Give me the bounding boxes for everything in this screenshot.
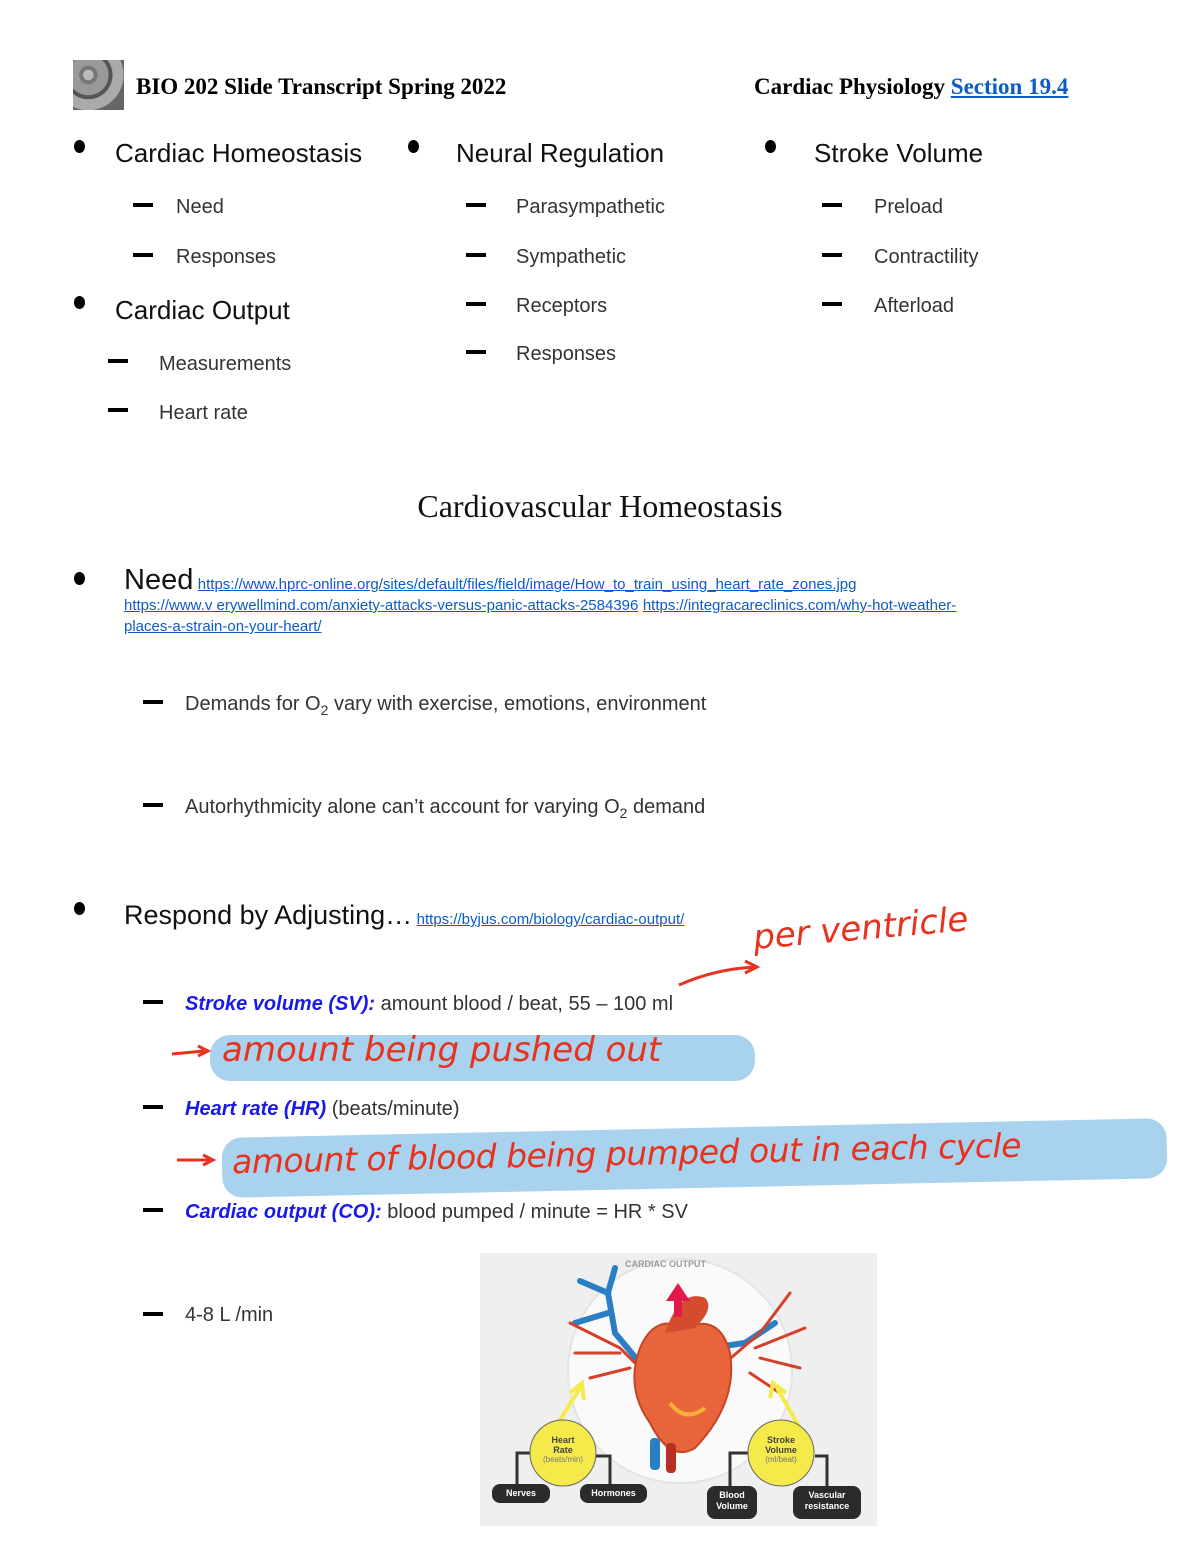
- outline-item: Heart rate: [159, 402, 248, 424]
- handwritten-note: amount being pushed out: [222, 1030, 662, 1070]
- text: Autorhythmicity alone can’t account for …: [185, 796, 620, 818]
- bullet-icon: [408, 140, 419, 153]
- dash-icon: [466, 253, 486, 257]
- unit: (beats/min): [542, 1455, 583, 1464]
- text: blood pumped / minute = HR * SV: [381, 1201, 688, 1223]
- heart-rate-label: Heart Rate (beats/min): [530, 1435, 596, 1465]
- section-title: Cardiovascular Homeostasis: [417, 488, 783, 524]
- outline-item: Sympathetic: [516, 246, 627, 268]
- dash-icon: [822, 253, 842, 257]
- outline-item: Measurements: [159, 353, 292, 375]
- stroke-volume-label: Stroke Volume (ml/beat): [748, 1435, 814, 1465]
- outline-item: Responses: [176, 246, 277, 268]
- outline-heading: Neural Regulation: [456, 138, 665, 168]
- topic-label: Cardiac Physiology: [754, 74, 946, 99]
- dash-icon: [466, 350, 486, 354]
- bullet-icon: [74, 296, 85, 309]
- term: Stroke volume (SV):: [185, 993, 376, 1015]
- label: Rate: [553, 1445, 573, 1455]
- cardiac-output-diagram: CARDIAC OUTPUT Heart Rate (beats/min) St…: [480, 1253, 877, 1526]
- need-link[interactable]: https://www.v erywellmind.com/anxiety-at…: [124, 597, 638, 614]
- need-link[interactable]: https://www.hprc-online.org/sites/defaul…: [198, 576, 857, 593]
- vascular-resistance-label: Vascular resistance: [793, 1490, 861, 1512]
- diagram-graphic: [492, 1258, 861, 1519]
- need-link[interactable]: places-a-strain-on-your-heart/: [124, 618, 322, 635]
- bullet-icon: [765, 140, 776, 153]
- text: demand: [627, 796, 706, 818]
- dash-icon: [108, 359, 128, 363]
- outline-item: Receptors: [516, 295, 608, 317]
- outline-item: Preload: [874, 196, 943, 218]
- respond-label: Respond by Adjusting…: [124, 900, 413, 930]
- label: Volume: [765, 1445, 797, 1455]
- dash-icon: [143, 1105, 163, 1109]
- doc-topic: Cardiac Physiology Section 19.4: [754, 74, 1068, 100]
- label: resistance: [804, 1501, 850, 1511]
- need-label: Need: [124, 564, 194, 596]
- doc-title: BIO 202 Slide Transcript Spring 2022: [136, 74, 507, 99]
- text: (beats/minute): [326, 1098, 460, 1120]
- outline-item: Need: [176, 196, 224, 218]
- respond-block: Respond by Adjusting… https://byjus.com/…: [124, 900, 684, 931]
- dash-icon: [143, 1208, 163, 1212]
- handwritten-note: per ventricle: [751, 899, 970, 958]
- dash-icon: [143, 700, 163, 704]
- need-link[interactable]: https://integracareclinics.com/why-hot-w…: [643, 597, 956, 614]
- outline-heading: Stroke Volume: [814, 138, 984, 168]
- respond-item: Stroke volume (SV): amount blood / beat,…: [185, 993, 673, 1016]
- label: Heart: [551, 1435, 575, 1445]
- outline-item: Contractility: [874, 246, 979, 268]
- outline-item: Parasympathetic: [516, 196, 665, 218]
- arrow-annotation-icon: [678, 959, 761, 987]
- dash-icon: [143, 1000, 163, 1004]
- blood-volume-label: Blood Volume: [707, 1490, 757, 1512]
- text: Demands for O: [185, 693, 321, 715]
- respond-item: Cardiac output (CO): blood pumped / minu…: [185, 1201, 688, 1224]
- dash-icon: [822, 203, 842, 207]
- term: Heart rate (HR): [185, 1098, 327, 1120]
- label: Stroke: [766, 1435, 795, 1445]
- outline-item: Responses: [516, 343, 617, 365]
- text: amount blood / beat, 55 – 100 ml: [375, 993, 674, 1015]
- respond-link[interactable]: https://byjus.com/biology/cardiac-output…: [417, 911, 685, 928]
- dash-icon: [466, 203, 486, 207]
- need-point: Autorhythmicity alone can’t account for …: [185, 796, 705, 821]
- dash-icon: [143, 803, 163, 807]
- bullet-icon: [74, 140, 85, 153]
- dash-icon: [822, 302, 842, 306]
- unit: (ml/beat): [765, 1455, 797, 1464]
- section-link[interactable]: Section 19.4: [951, 74, 1069, 99]
- bullet-icon: [74, 902, 85, 915]
- aorta: [666, 1443, 676, 1473]
- respond-item: 4-8 L /min: [185, 1304, 274, 1326]
- need-point: Demands for O2 vary with exercise, emoti…: [185, 693, 706, 718]
- header: BIO 202 Slide Transcript Spring 2022 Car…: [73, 60, 1143, 112]
- outline-heading: Cardiac Homeostasis: [115, 138, 363, 168]
- dash-icon: [143, 1312, 163, 1316]
- dash-icon: [133, 253, 153, 257]
- arrow-annotation-icon: [177, 1153, 217, 1167]
- need-block: Need https://www.hprc-online.org/sites/d…: [124, 566, 1114, 637]
- diagram-title: CARDIAC OUTPUT: [625, 1259, 706, 1269]
- outline-item: Afterload: [874, 295, 955, 317]
- label: Blood: [719, 1490, 745, 1500]
- nerves-label: Nerves: [505, 1488, 537, 1498]
- term: Cardiac output (CO):: [185, 1201, 382, 1223]
- dash-icon: [108, 408, 128, 412]
- respond-item: Heart rate (HR) (beats/minute): [185, 1098, 460, 1121]
- label: Vascular: [808, 1490, 846, 1500]
- outline-heading: Cardiac Output: [115, 295, 290, 325]
- label: Volume: [716, 1501, 748, 1511]
- arrow-annotation-icon: [171, 1044, 212, 1058]
- hormones-label: Hormones: [591, 1488, 636, 1498]
- bullet-icon: [74, 572, 85, 585]
- logo-icon: [73, 60, 124, 110]
- text: vary with exercise, emotions, environmen…: [328, 693, 707, 715]
- vena-cava: [650, 1438, 660, 1470]
- dash-icon: [133, 203, 153, 207]
- dash-icon: [466, 302, 486, 306]
